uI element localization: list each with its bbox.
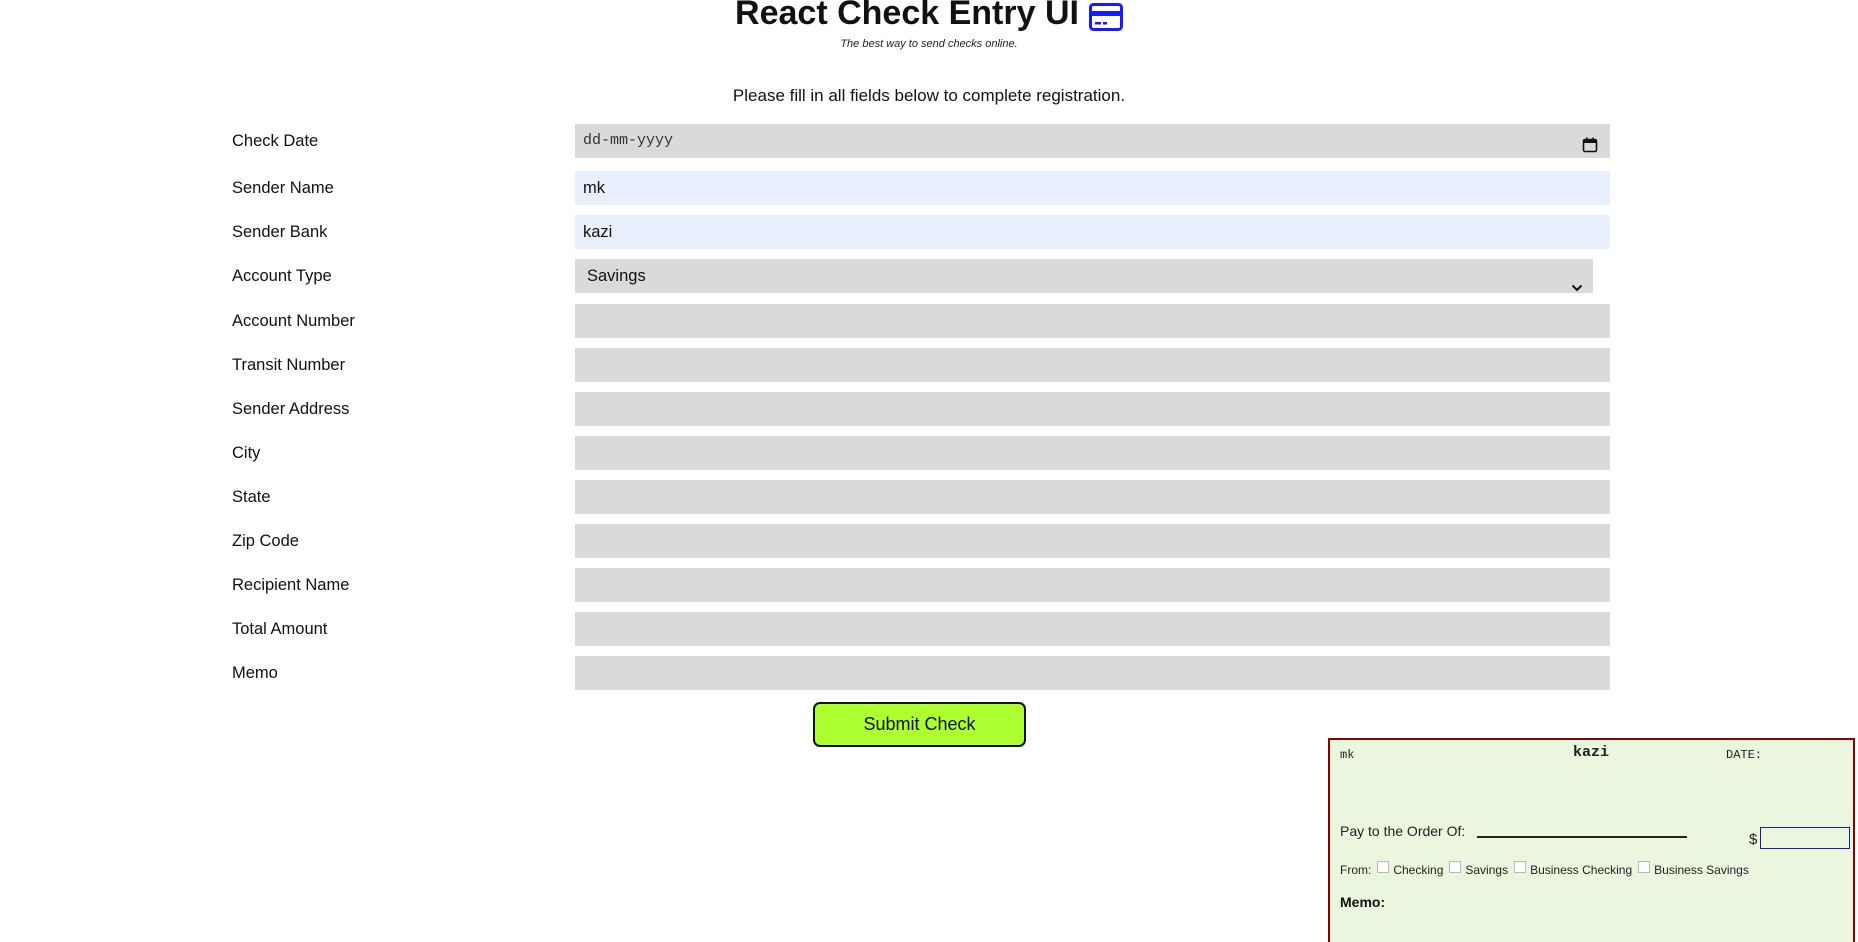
account-type-value: Savings	[587, 267, 646, 285]
check-preview: mk kazi DATE: Pay to the Order Of: $ Fro…	[1328, 738, 1855, 942]
business-savings-option-label: Business Savings	[1654, 863, 1749, 877]
zip-code-label: Zip Code	[232, 532, 299, 550]
account-number-input[interactable]	[575, 304, 1610, 338]
credit-card-icon	[1088, 1, 1123, 31]
recipient-name-label: Recipient Name	[232, 576, 350, 594]
checking-option-label: Checking	[1393, 863, 1444, 877]
sender-bank-row: Sender Bank kazi	[0, 215, 1858, 249]
transit-number-label: Transit Number	[232, 356, 346, 374]
total-amount-row: Total Amount	[0, 612, 1858, 646]
page-title-row: React Check Entry UI	[0, 0, 1858, 33]
city-input[interactable]	[575, 436, 1610, 470]
memo-input[interactable]	[575, 656, 1610, 690]
savings-option-label: Savings	[1465, 863, 1509, 877]
from-label: From:	[1340, 863, 1372, 877]
business-checking-option-label: Business Checking	[1530, 863, 1633, 877]
business-savings-checkbox[interactable]	[1638, 861, 1651, 873]
sender-bank-label: Sender Bank	[232, 223, 328, 241]
page-title: React Check Entry UI	[735, 0, 1079, 32]
check-date-placeholder: dd-mm-yyyy	[583, 132, 674, 149]
check-amount-box[interactable]	[1760, 827, 1850, 849]
city-label: City	[232, 444, 261, 462]
sender-name-row: Sender Name mk	[0, 171, 1858, 205]
calendar-icon[interactable]	[1582, 133, 1598, 153]
sender-address-label: Sender Address	[232, 400, 350, 418]
account-number-row: Account Number	[0, 304, 1858, 338]
recipient-name-input[interactable]	[575, 568, 1610, 602]
check-bank-name: kazi	[1573, 744, 1610, 761]
payee-line	[1477, 836, 1687, 838]
check-date-row: Check Date dd-mm-yyyy	[0, 124, 1858, 158]
check-date-input[interactable]: dd-mm-yyyy	[575, 124, 1610, 158]
check-date-label: DATE:	[1726, 748, 1763, 762]
transit-number-row: Transit Number	[0, 348, 1858, 382]
sender-name-input[interactable]: mk	[575, 171, 1610, 205]
account-type-options: From: Checking Savings Business Checking…	[1340, 861, 1749, 877]
memo-label: Memo	[232, 664, 278, 682]
account-number-label: Account Number	[232, 312, 355, 330]
savings-checkbox[interactable]	[1449, 861, 1462, 873]
check-sender-name: mk	[1340, 748, 1355, 762]
pay-to-order-label: Pay to the Order Of:	[1340, 823, 1466, 839]
state-label: State	[232, 488, 271, 506]
form-instructions: Please fill in all fields below to compl…	[732, 86, 1126, 105]
sender-name-label: Sender Name	[232, 179, 334, 197]
recipient-name-row: Recipient Name	[0, 568, 1858, 602]
sender-bank-input[interactable]: kazi	[575, 215, 1610, 249]
checking-checkbox[interactable]	[1377, 861, 1390, 873]
submit-check-button[interactable]: Submit Check	[813, 702, 1026, 747]
state-input[interactable]	[575, 480, 1610, 514]
sender-address-input[interactable]	[575, 392, 1610, 426]
total-amount-input[interactable]	[575, 612, 1610, 646]
check-date-label: Check Date	[232, 132, 319, 150]
memo-row: Memo	[0, 656, 1858, 690]
state-row: State	[0, 480, 1858, 514]
zip-code-input[interactable]	[575, 524, 1610, 558]
sender-address-row: Sender Address	[0, 392, 1858, 426]
total-amount-label: Total Amount	[232, 620, 328, 638]
account-type-select[interactable]: Savings	[575, 259, 1593, 293]
account-type-label: Account Type	[232, 267, 332, 285]
chevron-down-icon	[1571, 271, 1583, 292]
page-subtitle: The best way to send checks online.	[840, 38, 1018, 50]
check-memo-label: Memo:	[1340, 894, 1386, 910]
city-row: City	[0, 436, 1858, 470]
account-type-row: Account Type Savings	[0, 259, 1858, 293]
zip-code-row: Zip Code	[0, 524, 1858, 558]
transit-number-input[interactable]	[575, 348, 1610, 382]
dollar-sign: $	[1749, 831, 1758, 848]
business-checking-checkbox[interactable]	[1514, 861, 1527, 873]
